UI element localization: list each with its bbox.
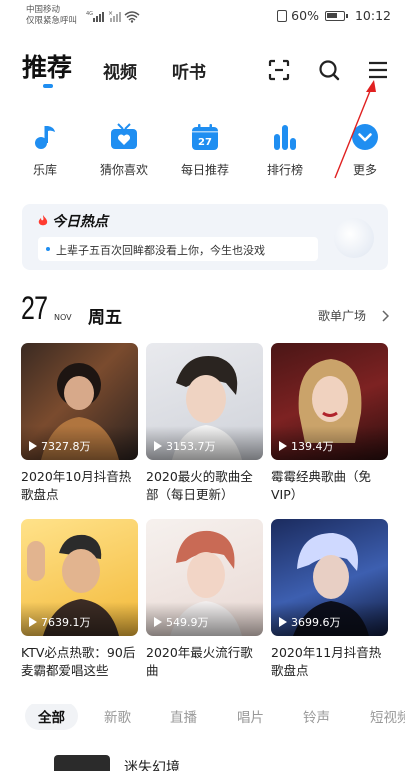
category-tab-all[interactable]: 全部 (25, 704, 78, 730)
playlist-title: 2020年最火流行歌曲 (146, 645, 253, 678)
entry-label: 乐库 (32, 163, 57, 177)
date-month: NOV (54, 313, 72, 322)
play-count: 3153.7万 (154, 438, 216, 454)
play-count-value: 3153.7万 (166, 440, 216, 453)
play-count-value: 3699.6万 (291, 616, 341, 629)
playlist-title: KTV必点热歌：90后麦霸都爱唱这些 (21, 645, 136, 678)
signal-wifi-icon: 4G × (86, 10, 140, 23)
category-tab-ringtones[interactable]: 铃声 (303, 706, 330, 726)
ranking-bars-icon (274, 125, 296, 150)
quick-entries: 乐库 猜你喜欢 27 每日推荐 排行榜 更多 (0, 122, 405, 184)
status-right: 60% 10:12 (277, 8, 391, 23)
playlist-plaza-link[interactable]: 歌单广场 (318, 307, 366, 324)
playlist-card[interactable]: 3699.6万 2020年11月抖音热歌盘点 (271, 519, 388, 680)
next-item-title[interactable]: 迷失幻境 (124, 757, 180, 771)
hot-item-text: 上辈子五百次回眸都没看上你，今生也没戏 (56, 244, 265, 257)
play-icon (154, 441, 162, 451)
entry-more[interactable]: 更多 (330, 122, 400, 178)
play-icon (279, 617, 287, 627)
hot-decoration (334, 218, 374, 258)
flame-icon (38, 215, 48, 226)
playlist-card[interactable]: 549.9万 2020年最火流行歌曲 (146, 519, 263, 680)
play-count: 3699.6万 (279, 614, 341, 630)
date-day: 27 (21, 290, 48, 326)
playlist-cover: 3699.6万 (271, 519, 388, 636)
entry-label: 每日推荐 (180, 163, 229, 177)
play-icon (29, 617, 37, 627)
play-count-value: 7327.8万 (41, 440, 91, 453)
play-count: 139.4万 (279, 438, 334, 454)
play-icon (154, 617, 162, 627)
playlist-card[interactable]: 3153.7万 2020最火的歌曲全部（每日更新） (146, 343, 263, 504)
play-count: 549.9万 (154, 614, 209, 630)
playlist-title: 2020最火的歌曲全部（每日更新） (146, 469, 253, 502)
battery-icon (324, 10, 348, 21)
entry-daily-recommend[interactable]: 27 每日推荐 (170, 122, 240, 178)
playlist-cover: 7327.8万 (21, 343, 138, 460)
play-count-value: 139.4万 (291, 440, 334, 453)
scan-icon[interactable] (267, 58, 291, 82)
play-count-value: 7639.1万 (41, 616, 91, 629)
play-count: 7327.8万 (29, 438, 91, 454)
svg-text:×: × (108, 10, 113, 17)
entry-label: 猜你喜欢 (99, 163, 148, 177)
date-weekday: 周五 (88, 308, 122, 328)
active-tab-indicator (43, 84, 53, 88)
chevron-down-circle-icon (352, 124, 378, 150)
calendar-icon-day: 27 (198, 137, 212, 148)
playlist-cover: 3153.7万 (146, 343, 263, 460)
tab-recommend[interactable]: 推荐 (22, 48, 72, 84)
chevron-right-icon[interactable] (381, 310, 389, 322)
vibrate-icon (277, 9, 288, 22)
category-tab-live[interactable]: 直播 (170, 706, 197, 726)
category-tab-albums[interactable]: 唱片 (237, 706, 264, 726)
music-note-icon (35, 126, 55, 149)
carrier-emergency: 仅限紧急呼叫 (26, 16, 78, 26)
heart-radio-icon (111, 123, 137, 149)
playlist-title: 2020年11月抖音热歌盘点 (271, 645, 382, 678)
next-item-thumbnail[interactable] (54, 755, 110, 771)
calendar-icon: 27 (192, 124, 218, 150)
play-count: 7639.1万 (29, 614, 91, 630)
status-bar: 中国移动 仅限紧急呼叫 4G × 60% 10:12 (0, 0, 405, 34)
entry-ranking[interactable]: 排行榜 (250, 122, 320, 178)
play-count-value: 549.9万 (166, 616, 209, 629)
hot-item[interactable]: 上辈子五百次回眸都没看上你，今生也没戏 (38, 237, 318, 261)
category-tabs: 全部 新歌 直播 唱片 铃声 短视频 (0, 704, 405, 736)
category-tab-new-songs[interactable]: 新歌 (104, 706, 131, 726)
battery-percent: 60% (291, 8, 319, 23)
playlist-title: 2020年10月抖音热歌盘点 (21, 469, 132, 502)
entry-label: 更多 (352, 163, 377, 177)
category-tab-short-video[interactable]: 短视频 (370, 706, 405, 726)
menu-icon[interactable] (366, 58, 390, 82)
playlist-card[interactable]: 7639.1万 KTV必点热歌：90后麦霸都爱唱这些 (21, 519, 138, 680)
entry-guess-you-like[interactable]: 猜你喜欢 (89, 122, 159, 178)
today-hot-card[interactable]: 今日热点 上辈子五百次回眸都没看上你，今生也没戏 (22, 204, 388, 270)
hot-title: 今日热点 (52, 214, 108, 230)
carrier-info: 中国移动 仅限紧急呼叫 (26, 5, 77, 27)
search-icon[interactable] (317, 58, 341, 82)
playlist-cover: 549.9万 (146, 519, 263, 636)
play-icon (29, 441, 37, 451)
playlist-cover: 7639.1万 (21, 519, 138, 636)
bullet-dot (46, 247, 50, 251)
entry-music-library[interactable]: 乐库 (10, 122, 80, 178)
playlist-card[interactable]: 139.4万 霉霉经典歌曲（免VIP） (271, 343, 388, 504)
playlist-title: 霉霉经典歌曲（免VIP） (271, 469, 372, 502)
play-icon (279, 441, 287, 451)
playlist-cover: 139.4万 (271, 343, 388, 460)
entry-label: 排行榜 (266, 163, 303, 177)
svg-text:4G: 4G (86, 11, 93, 17)
playlist-card[interactable]: 7327.8万 2020年10月抖音热歌盘点 (21, 343, 138, 504)
tab-video[interactable]: 视频 (103, 58, 137, 83)
clock: 10:12 (354, 8, 391, 23)
top-nav: 推荐 视频 听书 (0, 44, 405, 90)
tab-audiobook[interactable]: 听书 (172, 58, 206, 83)
carrier-name: 中国移动 (26, 5, 61, 15)
